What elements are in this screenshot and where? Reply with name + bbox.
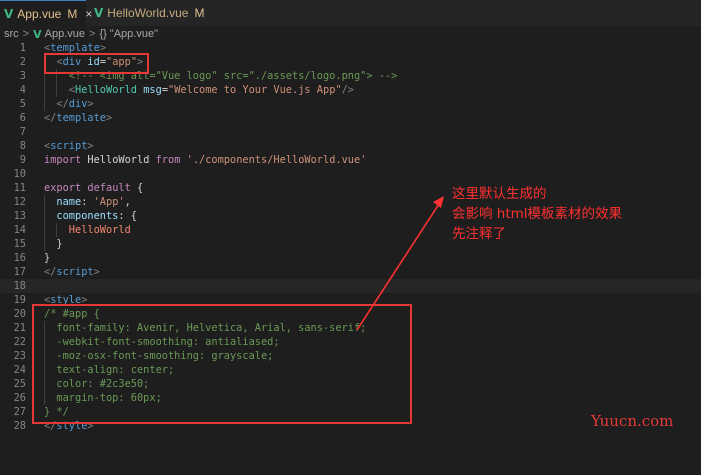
annotation-line: 先注释了 xyxy=(452,226,506,242)
watermark: Yuucn.com xyxy=(591,412,674,430)
annotation-note: 这里默认生成的 会影响 html模板素材的效果 先注释了 xyxy=(452,184,622,244)
annotation-line: 这里默认生成的 xyxy=(452,186,547,202)
annotation-line: 会影响 html模板素材的效果 xyxy=(452,206,623,222)
